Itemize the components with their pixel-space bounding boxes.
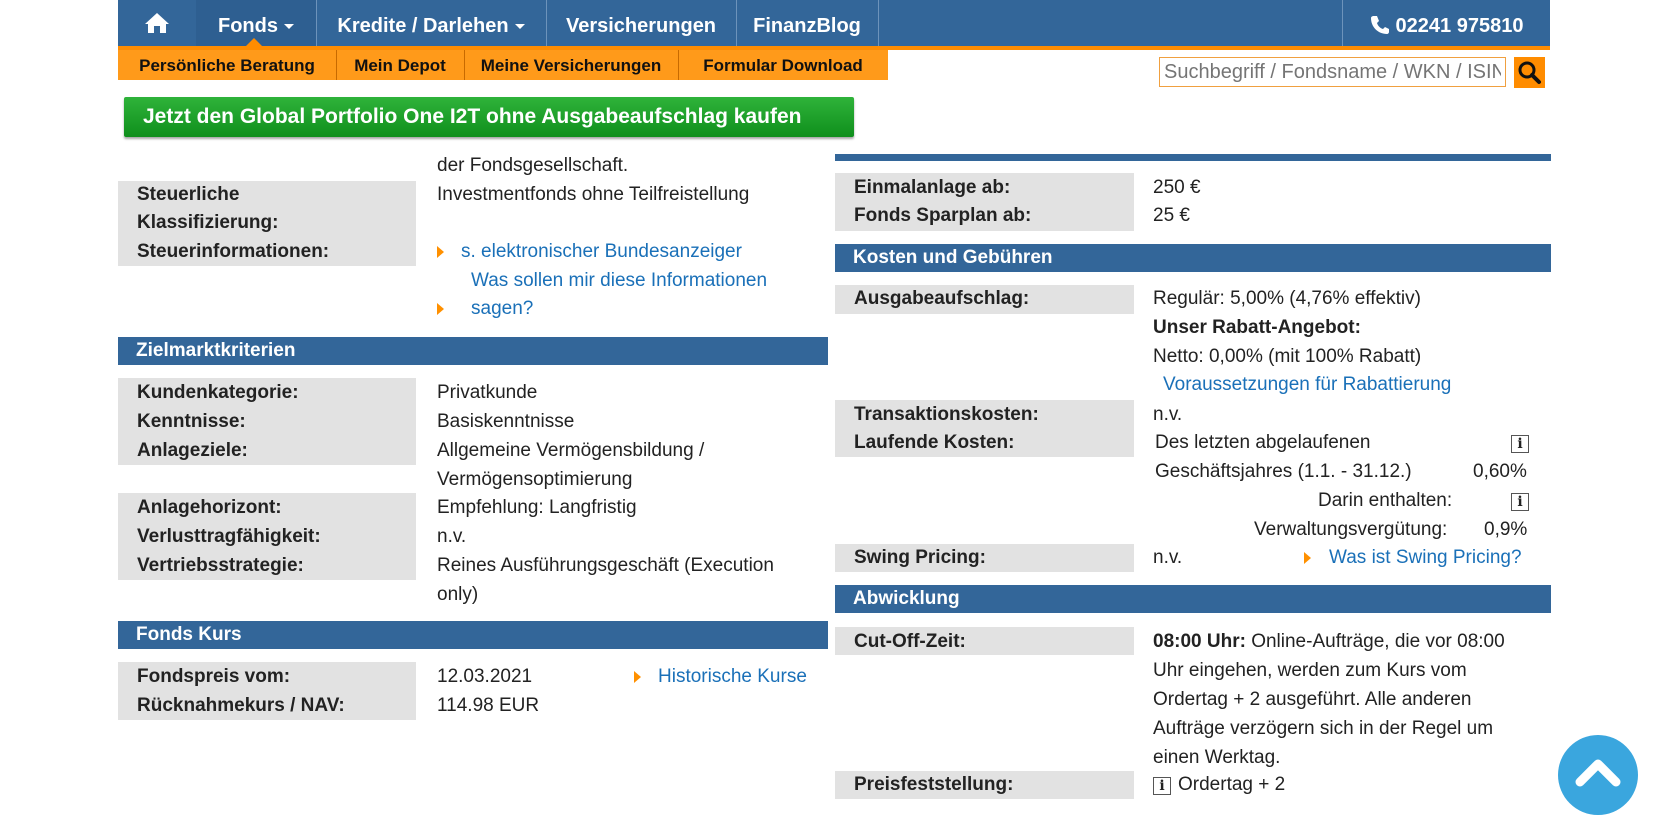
nav-finanzblog-label: FinanzBlog bbox=[753, 15, 861, 37]
link-swing-pricing[interactable]: Was ist Swing Pricing? bbox=[1329, 547, 1522, 569]
search-button[interactable] bbox=[1514, 57, 1545, 88]
value-kundenkategorie: Privatkunde bbox=[437, 382, 538, 403]
info-icon[interactable]: i bbox=[1153, 777, 1171, 795]
subnav-formular[interactable]: Formular Download bbox=[678, 50, 888, 80]
label-ruecknahmekurs: Rücknahmekurs / NAV: bbox=[137, 695, 345, 716]
header-abwicklung: Abwicklung bbox=[835, 585, 1551, 613]
value-verlusttragfaehigkeit: n.v. bbox=[437, 526, 467, 547]
cutoff-time: 08:00 Uhr: bbox=[1153, 631, 1246, 652]
chevron-down-icon bbox=[514, 24, 525, 30]
link-bundesanzeiger[interactable]: s. elektronischer Bundesanzeiger bbox=[461, 241, 742, 263]
chevron-down-icon bbox=[284, 24, 294, 30]
value-verwaltung: Verwaltungsvergütung: bbox=[1254, 519, 1448, 540]
cutoff-text: Online-Aufträge, die vor 08:00 bbox=[1251, 631, 1505, 652]
label-fondspreis: Fondspreis vom: bbox=[137, 666, 291, 687]
label-steuer-1: Steuerliche bbox=[137, 184, 240, 205]
value-netto: Netto: 0,00% (mit 100% Rabatt) bbox=[1153, 346, 1422, 367]
value-anlagehorizont: Empfehlung: Langfristig bbox=[437, 497, 637, 518]
header-zielmarkt: Zielmarktkriterien bbox=[118, 337, 828, 365]
partial-text: der Fondsgesellschaft. bbox=[437, 155, 629, 176]
label-swing-pricing: Swing Pricing: bbox=[854, 547, 986, 568]
label-kundenkategorie: Kundenkategorie: bbox=[137, 382, 299, 403]
phone-icon bbox=[1370, 16, 1389, 34]
label-cutoff: Cut-Off-Zeit: bbox=[854, 631, 966, 652]
nav-phone[interactable]: 02241 975810 bbox=[1342, 0, 1550, 46]
nav-kredite-label: Kredite / Darlehen bbox=[337, 15, 509, 37]
main-navigation: Fonds Kredite / Darlehen Versicherungen … bbox=[118, 0, 1550, 46]
value-fondspreis-datum: 12.03.2021 bbox=[437, 666, 533, 687]
value-vertriebsstrategie: Reines Ausführungsgeschäft (Execution bbox=[437, 555, 774, 576]
nav-versicherungen[interactable]: Versicherungen bbox=[546, 0, 737, 46]
nav-fonds-label: Fonds bbox=[218, 15, 278, 37]
value-anlageziele: Allgemeine Vermögensbildung / bbox=[437, 440, 705, 461]
info-icon[interactable]: i bbox=[1511, 493, 1529, 511]
scroll-top-button[interactable] bbox=[1558, 735, 1638, 815]
value-darin: Darin enthalten: bbox=[1318, 490, 1453, 511]
link-historische-kurse[interactable]: Historische Kurse bbox=[658, 666, 807, 688]
arrow-icon bbox=[437, 303, 444, 315]
label-steuer-2: Klassifizierung: bbox=[137, 212, 279, 233]
value-cutoff-4: Aufträge verzögern sich in der Regel um bbox=[1153, 718, 1494, 739]
value-anlageziele-2: Vermögensoptimierung bbox=[437, 469, 633, 490]
arrow-icon bbox=[1304, 552, 1311, 564]
label-sparplan: Fonds Sparplan ab: bbox=[854, 205, 1032, 226]
value-kenntnisse: Basiskenntnisse bbox=[437, 411, 575, 432]
header-kosten: Kosten und Gebühren bbox=[835, 244, 1551, 272]
subnav-depot[interactable]: Mein Depot bbox=[336, 50, 465, 80]
label-preisfeststellung: Preisfeststellung: bbox=[854, 774, 1014, 795]
value-ruecknahmekurs: 114.98 EUR bbox=[437, 695, 540, 716]
value-laufend-2: Geschäftsjahres (1.1. - 31.12.) bbox=[1155, 461, 1412, 482]
label-ausgabeaufschlag: Ausgabeaufschlag: bbox=[854, 288, 1030, 309]
search-input[interactable] bbox=[1159, 57, 1506, 87]
info-icon[interactable]: i bbox=[1511, 435, 1529, 453]
nav-home[interactable] bbox=[118, 0, 197, 46]
value-laufend-pct: 0,60% bbox=[1473, 461, 1527, 482]
value-vertriebsstrategie-2: only) bbox=[437, 584, 479, 605]
rabatt-title: Unser Rabatt-Angebot: bbox=[1153, 317, 1361, 338]
active-indicator bbox=[246, 38, 262, 46]
buy-fund-button[interactable]: Jetzt den Global Portfolio One I2T ohne … bbox=[124, 97, 854, 137]
label-anlageziele: Anlageziele: bbox=[137, 440, 248, 461]
section-bar-partial bbox=[835, 154, 1551, 161]
home-icon bbox=[145, 13, 169, 33]
link-informationen-1[interactable]: Was sollen mir diese Informationen bbox=[471, 270, 767, 292]
value-laufend-1: Des letzten abgelaufenen bbox=[1155, 432, 1371, 453]
value-cutoff-5: einen Werktag. bbox=[1153, 747, 1281, 768]
nav-finanzblog[interactable]: FinanzBlog bbox=[736, 0, 879, 46]
value-cutoff-3: Ordertag + 2 ausgeführt. Alle anderen bbox=[1153, 689, 1472, 710]
value-preisfeststellung: Ordertag + 2 bbox=[1178, 774, 1286, 795]
label-kenntnisse: Kenntnisse: bbox=[137, 411, 246, 432]
value-regulaer: Regulär: 5,00% (4,76% effektiv) bbox=[1153, 288, 1421, 309]
value-verwaltung-pct: 0,9% bbox=[1484, 519, 1528, 540]
sub-navigation: Persönliche Beratung Mein Depot Meine Ve… bbox=[118, 50, 888, 80]
nav-kredite[interactable]: Kredite / Darlehen bbox=[316, 0, 547, 46]
label-laufende-kosten: Laufende Kosten: bbox=[854, 432, 1015, 453]
label-transaktionskosten: Transaktionskosten: bbox=[854, 404, 1039, 425]
label-vertriebsstrategie: Vertriebsstrategie: bbox=[137, 555, 304, 576]
header-fonds-kurs: Fonds Kurs bbox=[118, 621, 828, 649]
label-verlusttragfaehigkeit: Verlusttragfähigkeit: bbox=[137, 526, 321, 547]
value-steuer: Investmentfonds ohne Teilfreistellung bbox=[437, 184, 750, 205]
chevron-up-icon bbox=[1575, 759, 1621, 787]
value-einmalanlage: 250 € bbox=[1153, 177, 1201, 198]
label-einmalanlage: Einmalanlage ab: bbox=[854, 177, 1011, 198]
label-anlagehorizont: Anlagehorizont: bbox=[137, 497, 282, 518]
arrow-icon bbox=[437, 246, 444, 258]
subnav-beratung[interactable]: Persönliche Beratung bbox=[118, 50, 337, 80]
label-steuer-3: Steuerinformationen: bbox=[137, 241, 330, 262]
search-icon bbox=[1518, 61, 1541, 84]
phone-number: 02241 975810 bbox=[1395, 15, 1524, 37]
value-transaktionskosten: n.v. bbox=[1153, 404, 1183, 425]
link-informationen-2[interactable]: sagen? bbox=[471, 298, 533, 320]
subnav-versicherungen[interactable]: Meine Versicherungen bbox=[464, 50, 679, 80]
value-swing-pricing: n.v. bbox=[1153, 547, 1183, 568]
arrow-icon bbox=[634, 671, 641, 683]
nav-versicherungen-label: Versicherungen bbox=[565, 15, 717, 37]
value-cutoff-1: 08:00 Uhr: Online-Aufträge, die vor 08:0… bbox=[1153, 631, 1505, 653]
value-cutoff-2: Uhr eingehen, werden zum Kurs vom bbox=[1153, 660, 1467, 681]
value-sparplan: 25 € bbox=[1153, 205, 1190, 226]
link-voraussetzungen[interactable]: Voraussetzungen für Rabattierung bbox=[1163, 374, 1451, 396]
